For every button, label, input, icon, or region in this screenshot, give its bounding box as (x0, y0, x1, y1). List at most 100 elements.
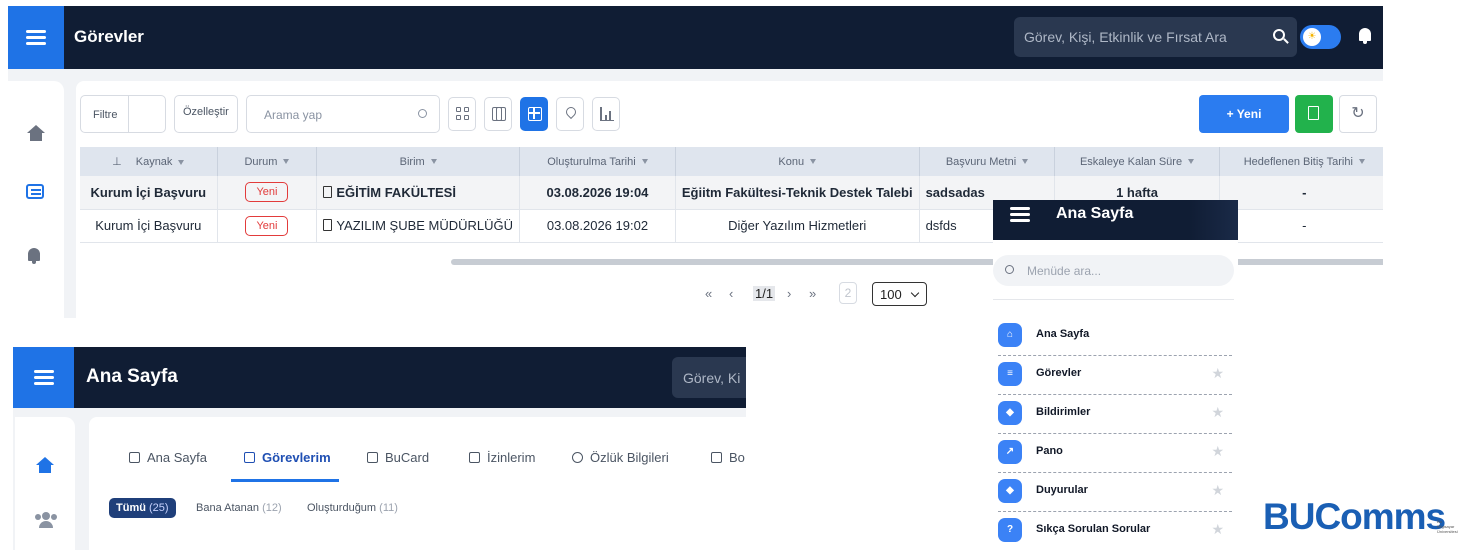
building-icon (323, 185, 333, 198)
menu-item-gorevler[interactable]: ≡ Görevler ★ (998, 357, 1232, 395)
menu-item-pano[interactable]: ↗ Pano ★ (998, 435, 1232, 473)
filter-button[interactable]: Filtre (80, 95, 166, 133)
sidebar (8, 81, 64, 318)
excel-export-button[interactable] (1295, 95, 1333, 133)
next-page-button[interactable]: › (787, 286, 791, 301)
chip-bana-atanan[interactable]: Bana Atanan (12) (196, 498, 282, 518)
side-menu-panel: Ana Sayfa Menüde ara... ⌂ Ana Sayfa ≡ Gö… (993, 200, 1238, 550)
excel-icon (1308, 106, 1319, 120)
columns-icon (492, 107, 506, 121)
menu-toggle-button[interactable] (8, 6, 64, 69)
column-view-button[interactable] (484, 97, 512, 131)
page-indicator: 1/1 (753, 286, 776, 301)
notification-bell-icon[interactable] (1358, 28, 1372, 44)
page-size-select[interactable]: 100 (872, 282, 927, 306)
chevron-down-icon (910, 288, 920, 298)
column-header[interactable]: Durum (217, 147, 318, 176)
menu-item-bildirimler[interactable]: ◆ Bildirimler ★ (998, 396, 1232, 434)
cell-kaynak: Kurum İçi Başvuru (80, 209, 218, 243)
theme-toggle[interactable]: ☀ (1300, 25, 1341, 49)
search-icon (1005, 265, 1014, 274)
map-pin-icon (563, 104, 579, 121)
list-icon[interactable] (26, 184, 46, 202)
new-task-button[interactable]: + Yeni (1199, 95, 1289, 133)
column-header[interactable]: Birim (316, 147, 521, 176)
cell-hedef: - (1219, 176, 1383, 210)
main-content: Ana Sayfa Görevlerim BuCard İzinlerim Öz… (89, 417, 746, 550)
column-header[interactable]: Oluşturulma Tarihi (519, 147, 676, 176)
chart-view-button[interactable] (592, 97, 620, 131)
refresh-button[interactable]: ↻ (1339, 95, 1377, 133)
hamburger-icon (33, 370, 54, 385)
anasayfa-panel: Ana Sayfa Görev, Ki Ana Sayfa Görevlerim… (13, 347, 746, 550)
first-page-button[interactable]: « (705, 286, 712, 301)
page-title: Görevler (74, 27, 144, 46)
users-icon[interactable] (35, 512, 57, 528)
prev-page-button[interactable]: ‹ (729, 286, 733, 301)
horizontal-scrollbar[interactable] (451, 259, 1383, 265)
grid-icon (456, 107, 470, 121)
tab-ozluk-bilgileri[interactable]: Özlük Bilgileri (572, 450, 669, 465)
tab-ana-sayfa[interactable]: Ana Sayfa (129, 450, 207, 465)
divider (993, 299, 1234, 300)
star-icon[interactable]: ★ (1211, 404, 1224, 421)
bell-icon: ◆ (998, 479, 1022, 503)
star-icon[interactable]: ★ (1211, 443, 1224, 460)
menu-toggle-button[interactable] (13, 347, 74, 408)
global-search-input[interactable]: Görev, Kişi, Etkinlik ve Fırsat Ara (1014, 17, 1297, 57)
home-icon (129, 452, 140, 463)
bell-icon[interactable] (26, 248, 46, 266)
search-icon (418, 109, 427, 118)
column-header[interactable]: ⊥ Kaynak (80, 147, 218, 176)
search-icon[interactable] (1273, 29, 1285, 41)
menu-item-ana-sayfa[interactable]: ⌂ Ana Sayfa (998, 318, 1232, 356)
customize-button[interactable]: Özelleştir (174, 95, 238, 133)
goto-page-input[interactable]: 2 (839, 282, 857, 304)
star-icon[interactable]: ★ (1211, 365, 1224, 382)
tab-bordro[interactable]: Bo (711, 450, 745, 465)
map-view-button[interactable] (556, 97, 584, 131)
column-header[interactable]: Eskaleye Kalan Süre (1054, 147, 1220, 176)
menu-search-input[interactable]: Menüde ara... (993, 255, 1234, 286)
status-badge: Yeni (245, 182, 289, 203)
search-placeholder: Arama yap (264, 108, 323, 122)
cell-birim: EĞİTİM FAKÜLTESİ (316, 176, 521, 210)
card-view-button[interactable] (448, 97, 476, 131)
tab-gorevlerim[interactable]: Görevlerim (244, 450, 331, 465)
global-search-input[interactable]: Görev, Ki (672, 357, 746, 398)
global-search-placeholder: Görev, Kişi, Etkinlik ve Fırsat Ara (1024, 29, 1227, 45)
table-view-button[interactable] (520, 97, 548, 131)
tab-bucard[interactable]: BuCard (367, 450, 429, 465)
refresh-icon: ↻ (1351, 105, 1365, 122)
menu-item-sss[interactable]: ? Sıkça Sorulan Sorular ★ (998, 513, 1232, 551)
menu-item-duyurular[interactable]: ◆ Duyurular ★ (998, 474, 1232, 512)
chip-olusturdugum[interactable]: Oluşturduğum (11) (307, 498, 398, 518)
bucomms-logo: BUComms Bu Bilgisayar Üniversitesi (1263, 496, 1458, 537)
column-header[interactable]: Başvuru Metni (919, 147, 1056, 176)
hamburger-icon (26, 30, 46, 45)
column-header[interactable]: Konu (675, 147, 920, 176)
star-icon[interactable]: ★ (1211, 482, 1224, 499)
menu-title: Ana Sayfa (1056, 205, 1134, 222)
document-icon (711, 452, 722, 463)
customize-label: Özelleştir (183, 106, 229, 118)
star-icon[interactable]: ★ (1211, 521, 1224, 538)
logo-tagline: Bu Bilgisayar Üniversitesi (1437, 519, 1458, 534)
active-tab-indicator (231, 479, 339, 482)
pin-icon: ⊥ (112, 156, 122, 168)
column-header[interactable]: Hedeflenen Bitiş Tarihi (1219, 147, 1383, 176)
tab-izinlerim[interactable]: İzinlerim (469, 450, 535, 465)
home-icon[interactable] (35, 457, 55, 475)
chip-tumu[interactable]: Tümü (25) (109, 498, 176, 518)
last-page-button[interactable]: » (809, 286, 816, 301)
top-navbar: Ana Sayfa Görev, Ki (13, 347, 746, 408)
search-input[interactable]: Arama yap (246, 95, 440, 133)
cell-tarih: 03.08.2026 19:02 (519, 209, 676, 243)
building-icon (323, 219, 333, 231)
cell-birim: YAZILIM ŞUBE MÜDÜRLÜĞÜ (316, 209, 521, 243)
user-circle-icon (572, 452, 583, 463)
home-icon[interactable] (26, 125, 46, 143)
bar-chart-icon (600, 107, 614, 121)
cell-hedef: - (1219, 209, 1383, 243)
hamburger-icon[interactable] (1010, 207, 1030, 222)
